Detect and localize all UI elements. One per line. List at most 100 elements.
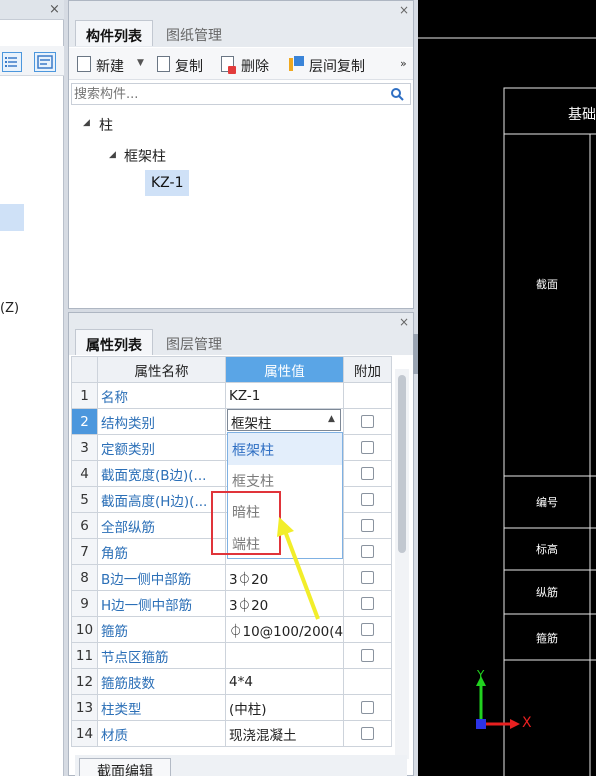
copy-button[interactable]: 复制 <box>175 56 203 76</box>
extra-checkbox[interactable] <box>361 545 374 558</box>
property-value[interactable]: 4*4 <box>225 668 344 695</box>
cad-label-longitudinal: 纵筋 <box>536 586 558 599</box>
chevron-up-icon[interactable]: ▲ <box>328 414 335 424</box>
extra-cell <box>343 694 392 721</box>
property-name: 材质 <box>97 720 226 747</box>
extra-cell <box>343 564 392 591</box>
property-name: 截面高度(H边)(... <box>97 486 226 513</box>
extra-checkbox[interactable] <box>361 571 374 584</box>
copy-icon <box>157 56 170 72</box>
cad-label-stirrup: 箍筋 <box>536 632 558 645</box>
property-name: 截面宽度(B边)(... <box>97 460 226 487</box>
floor-copy-icon <box>289 56 304 72</box>
extra-checkbox[interactable] <box>361 441 374 454</box>
component-close-icon[interactable]: × <box>399 3 409 17</box>
axis-z-label: (Z) <box>0 301 20 316</box>
extra-checkbox[interactable] <box>361 649 374 662</box>
property-name: 名称 <box>97 382 226 409</box>
extra-checkbox[interactable] <box>361 727 374 740</box>
row-number: 14 <box>71 720 98 747</box>
row-number: 13 <box>71 694 98 721</box>
header-name: 属性名称 <box>97 356 226 383</box>
property-value[interactable]: KZ-1 <box>225 382 344 409</box>
left-selected-row[interactable] <box>0 204 24 231</box>
list-view-icon[interactable] <box>2 52 22 72</box>
extra-cell <box>343 512 392 539</box>
axis-x-label: X <box>522 715 532 731</box>
property-name: H边一侧中部筋 <box>97 590 226 617</box>
structure-type-select[interactable]: 框架柱 ▲ <box>227 409 341 432</box>
tab-drawing-management[interactable]: 图纸管理 <box>155 20 233 46</box>
left-close-icon[interactable]: × <box>49 2 60 17</box>
extra-checkbox[interactable] <box>361 519 374 532</box>
tree-leaf-kz1[interactable]: KZ-1 <box>151 175 183 191</box>
tab-property-list[interactable]: 属性列表 <box>75 329 153 355</box>
property-scrollbar-thumb[interactable] <box>398 375 406 553</box>
cad-drawing-area[interactable]: 基础 截面 编号 标高 纵筋 箍筋 Y X <box>418 0 596 776</box>
extra-cell <box>343 434 392 461</box>
row-number: 3 <box>71 434 98 461</box>
property-value[interactable]: (中柱) <box>225 694 344 721</box>
search-icon[interactable] <box>390 87 404 101</box>
new-button[interactable]: 新建 <box>96 56 124 76</box>
row-number: 11 <box>71 642 98 669</box>
header-index <box>71 356 98 383</box>
new-dropdown-icon[interactable]: ▼ <box>137 58 144 68</box>
extra-checkbox[interactable] <box>361 701 374 714</box>
extra-checkbox[interactable] <box>361 467 374 480</box>
form-view-icon[interactable] <box>34 52 56 72</box>
tree-node-column[interactable]: 柱 <box>99 115 113 135</box>
cad-title-text: 基础 <box>568 107 596 123</box>
property-scrollbar-track[interactable] <box>395 369 409 759</box>
table-row[interactable]: 14 材质 现浇混凝土 <box>71 720 392 747</box>
floor-copy-button[interactable]: 层间复制 <box>309 56 365 76</box>
extra-cell <box>343 382 392 409</box>
extra-checkbox[interactable] <box>361 597 374 610</box>
table-row[interactable]: 12 箍筋肢数 4*4 <box>71 668 392 695</box>
component-search-input[interactable] <box>72 84 372 104</box>
table-row[interactable]: 10 箍筋 ⏀10@100/200(4 <box>71 616 392 643</box>
tree-leaf-selected[interactable]: KZ-1 <box>145 170 189 196</box>
table-row[interactable]: 9 H边一侧中部筋 3⏀20 <box>71 590 392 617</box>
extra-checkbox[interactable] <box>361 415 374 428</box>
tab-layer-management[interactable]: 图层管理 <box>155 329 233 355</box>
extra-cell <box>343 668 392 695</box>
property-name: 定额类别 <box>97 434 226 461</box>
extra-cell <box>343 642 392 669</box>
row-number: 9 <box>71 590 98 617</box>
left-panel: × (Z) <box>0 0 64 776</box>
section-edit-button[interactable]: 截面编辑 <box>79 758 171 776</box>
extra-checkbox[interactable] <box>361 493 374 506</box>
extra-cell <box>343 408 392 435</box>
delete-icon <box>221 56 236 74</box>
option-frame-support-column[interactable]: 框支柱 <box>232 471 274 491</box>
extra-checkbox[interactable] <box>361 623 374 636</box>
property-close-icon[interactable]: × <box>399 315 409 329</box>
row-number: 10 <box>71 616 98 643</box>
tree-expand-icon[interactable]: ◢ <box>109 150 116 160</box>
header-extra: 附加 <box>343 356 392 383</box>
tab-component-list[interactable]: 构件列表 <box>75 20 153 46</box>
component-search-box[interactable] <box>71 83 411 105</box>
extra-cell <box>343 590 392 617</box>
header-value: 属性值 <box>225 356 344 383</box>
property-name: B边一侧中部筋 <box>97 564 226 591</box>
row-number: 4 <box>71 460 98 487</box>
property-value[interactable]: 现浇混凝土 <box>225 720 344 747</box>
table-row[interactable]: 8 B边一侧中部筋 3⏀20 <box>71 564 392 591</box>
property-name: 柱类型 <box>97 694 226 721</box>
property-value[interactable] <box>225 642 344 669</box>
row-number: 1 <box>71 382 98 409</box>
delete-button[interactable]: 删除 <box>241 56 269 76</box>
table-header-row: 属性名称 属性值 附加 <box>71 356 392 383</box>
cad-label-section: 截面 <box>536 278 558 291</box>
row-number: 6 <box>71 512 98 539</box>
table-row[interactable]: 11 节点区箍筋 <box>71 642 392 669</box>
toolbar-more-icon[interactable]: » <box>400 57 407 70</box>
table-row[interactable]: 13 柱类型 (中柱) <box>71 694 392 721</box>
tree-node-frame-column[interactable]: 框架柱 <box>124 146 166 166</box>
annotation-arrow <box>277 517 320 620</box>
table-row[interactable]: 1 名称 KZ-1 <box>71 382 392 409</box>
tree-expand-icon[interactable]: ◢ <box>83 118 90 128</box>
option-frame-column[interactable]: 框架柱 <box>232 440 274 460</box>
